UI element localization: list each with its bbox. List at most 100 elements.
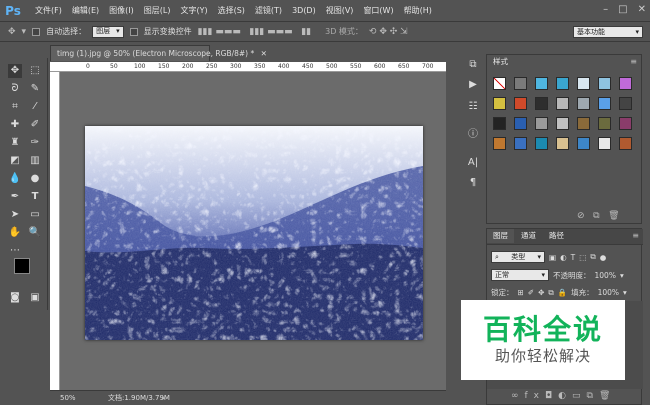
fx-icon[interactable]: fx xyxy=(525,391,546,401)
eyedropper-tool-icon[interactable]: ⁄ xyxy=(28,100,42,114)
style-swatch[interactable] xyxy=(619,117,632,130)
tab-layers[interactable]: 图层 xyxy=(487,229,514,243)
lasso-tool-icon[interactable]: ᘐ xyxy=(8,82,22,96)
trash-icon[interactable]: 🗑 xyxy=(599,391,616,401)
menu-filter[interactable]: 滤镜(T) xyxy=(250,5,287,16)
style-swatch[interactable] xyxy=(493,117,506,130)
style-swatch[interactable] xyxy=(556,77,569,90)
trash-icon[interactable]: 🗑 xyxy=(608,211,619,221)
history-icon[interactable]: ⧉ xyxy=(466,58,480,72)
style-swatch[interactable] xyxy=(493,77,506,90)
add-mask-icon[interactable]: ◘ xyxy=(545,391,558,401)
path-select-tool-icon[interactable]: ➤ xyxy=(8,208,22,222)
chevron-right-icon[interactable]: ▸ xyxy=(162,391,166,405)
screen-mode-icon[interactable]: ▣ xyxy=(28,291,42,305)
character-icon[interactable]: A| xyxy=(466,156,480,170)
move-tool-icon[interactable]: ✥ xyxy=(8,27,16,37)
menu-file[interactable]: 文件(F) xyxy=(30,5,67,16)
style-swatch[interactable] xyxy=(535,117,548,130)
style-swatch[interactable] xyxy=(577,117,590,130)
panel-menu-icon[interactable]: ≡ xyxy=(630,57,637,66)
hand-tool-icon[interactable]: ✋ xyxy=(8,226,22,240)
tab-channels[interactable]: 通道 xyxy=(515,229,542,243)
filter-adjust-icon[interactable]: ◐ xyxy=(560,253,567,262)
style-swatch[interactable] xyxy=(619,97,632,110)
blend-mode-dropdown[interactable]: 正常 ▾ xyxy=(491,269,549,281)
chevron-down-icon[interactable]: ▾ xyxy=(623,288,627,297)
gradient-tool-icon[interactable]: ▥ xyxy=(28,154,42,168)
more-tools-icon[interactable]: ⋯ xyxy=(8,244,22,258)
auto-select-checkbox[interactable] xyxy=(32,27,41,36)
style-swatch[interactable] xyxy=(556,117,569,130)
foreground-color-swatch[interactable] xyxy=(14,258,30,274)
menu-window[interactable]: 窗口(W) xyxy=(358,5,398,16)
style-swatch[interactable] xyxy=(577,137,590,150)
show-transform-checkbox[interactable] xyxy=(129,27,138,36)
actions-play-icon[interactable]: ▶ xyxy=(466,78,480,92)
blur-tool-icon[interactable]: 💧 xyxy=(8,172,22,186)
properties-icon[interactable]: ☷ xyxy=(466,100,480,114)
auto-select-dropdown[interactable]: 图层 ▾ xyxy=(92,25,124,38)
style-swatch[interactable] xyxy=(577,77,590,90)
style-swatch[interactable] xyxy=(619,137,632,150)
healing-brush-tool-icon[interactable]: ✚ xyxy=(8,118,22,132)
3d-tool-icons[interactable]: ⟲ ✥ ✣ ⇲ xyxy=(369,27,408,37)
menu-layer[interactable]: 图层(L) xyxy=(139,5,176,16)
filter-shape-icon[interactable]: ⬚ xyxy=(579,253,586,262)
style-swatch[interactable] xyxy=(535,97,548,110)
style-swatch[interactable] xyxy=(535,77,548,90)
dodge-tool-icon[interactable]: ● xyxy=(28,172,42,186)
align-icons[interactable]: ▮▮▮ ▬▬▬ ▮▮▮ ▬▬▬ ▮▮ xyxy=(198,27,312,37)
lock-transparent-icon[interactable]: ⊞ xyxy=(518,288,524,297)
style-swatch[interactable] xyxy=(619,77,632,90)
menu-type[interactable]: 文字(Y) xyxy=(175,5,212,16)
quick-select-tool-icon[interactable]: ✎ xyxy=(28,82,42,96)
document-image[interactable] xyxy=(85,126,423,340)
workspace-dropdown[interactable]: 基本功能 ▾ xyxy=(573,26,643,38)
style-swatch[interactable] xyxy=(514,117,527,130)
tab-paths[interactable]: 路径 xyxy=(543,229,570,243)
minimize-icon[interactable]: – xyxy=(603,4,608,15)
style-swatch[interactable] xyxy=(598,77,611,90)
clear-style-icon[interactable]: ⊘ xyxy=(577,211,585,221)
rectangle-tool-icon[interactable]: ▭ xyxy=(28,208,42,222)
adjustment-layer-icon[interactable]: ◐ xyxy=(558,391,572,401)
menu-3d[interactable]: 3D(D) xyxy=(287,6,321,15)
zoom-level[interactable]: 50% xyxy=(60,391,76,405)
lock-all-icon[interactable]: 🔒 xyxy=(558,288,567,297)
eraser-tool-icon[interactable]: ◩ xyxy=(8,154,22,168)
new-layer-icon[interactable]: ⧉ xyxy=(587,391,599,401)
pen-tool-icon[interactable]: ✒ xyxy=(8,190,22,204)
styles-tab[interactable]: 样式 xyxy=(487,55,514,69)
filter-smart-icon[interactable]: ⧉ xyxy=(590,252,595,262)
style-swatch[interactable] xyxy=(598,97,611,110)
info-icon[interactable]: ⓘ xyxy=(466,128,480,142)
style-swatch[interactable] xyxy=(535,137,548,150)
panel-menu-icon[interactable]: ≡ xyxy=(632,231,639,240)
style-swatch[interactable] xyxy=(514,97,527,110)
filter-toggle-icon[interactable]: ● xyxy=(600,253,607,262)
style-swatch[interactable] xyxy=(598,137,611,150)
style-swatch[interactable] xyxy=(493,137,506,150)
lock-position-icon[interactable]: ✥ xyxy=(538,288,544,297)
history-brush-tool-icon[interactable]: ✑ xyxy=(28,136,42,150)
menu-select[interactable]: 选择(S) xyxy=(213,5,250,16)
style-swatch[interactable] xyxy=(577,97,590,110)
chevron-down-icon[interactable]: ▾ xyxy=(22,27,27,37)
filter-pixel-icon[interactable]: ▣ xyxy=(549,253,556,262)
style-swatch[interactable] xyxy=(556,137,569,150)
fill-value[interactable]: 100% xyxy=(598,288,619,297)
layer-filter-dropdown[interactable]: ⌕ 类型 ▾ xyxy=(491,251,545,263)
zoom-tool-icon[interactable]: 🔍 xyxy=(28,226,42,240)
menu-view[interactable]: 视图(V) xyxy=(321,5,359,16)
chevron-down-icon[interactable]: ▾ xyxy=(620,271,624,280)
clone-stamp-tool-icon[interactable]: ♜ xyxy=(8,136,22,150)
crop-tool-icon[interactable]: ⌗ xyxy=(8,100,22,114)
menu-edit[interactable]: 编辑(E) xyxy=(67,5,104,16)
style-swatch[interactable] xyxy=(514,77,527,90)
type-tool-icon[interactable]: T xyxy=(28,190,42,204)
move-tool-icon[interactable]: ✥ xyxy=(8,64,22,78)
style-swatch[interactable] xyxy=(514,137,527,150)
marquee-tool-icon[interactable]: ⬚ xyxy=(28,64,42,78)
maximize-icon[interactable]: □ xyxy=(618,4,627,15)
